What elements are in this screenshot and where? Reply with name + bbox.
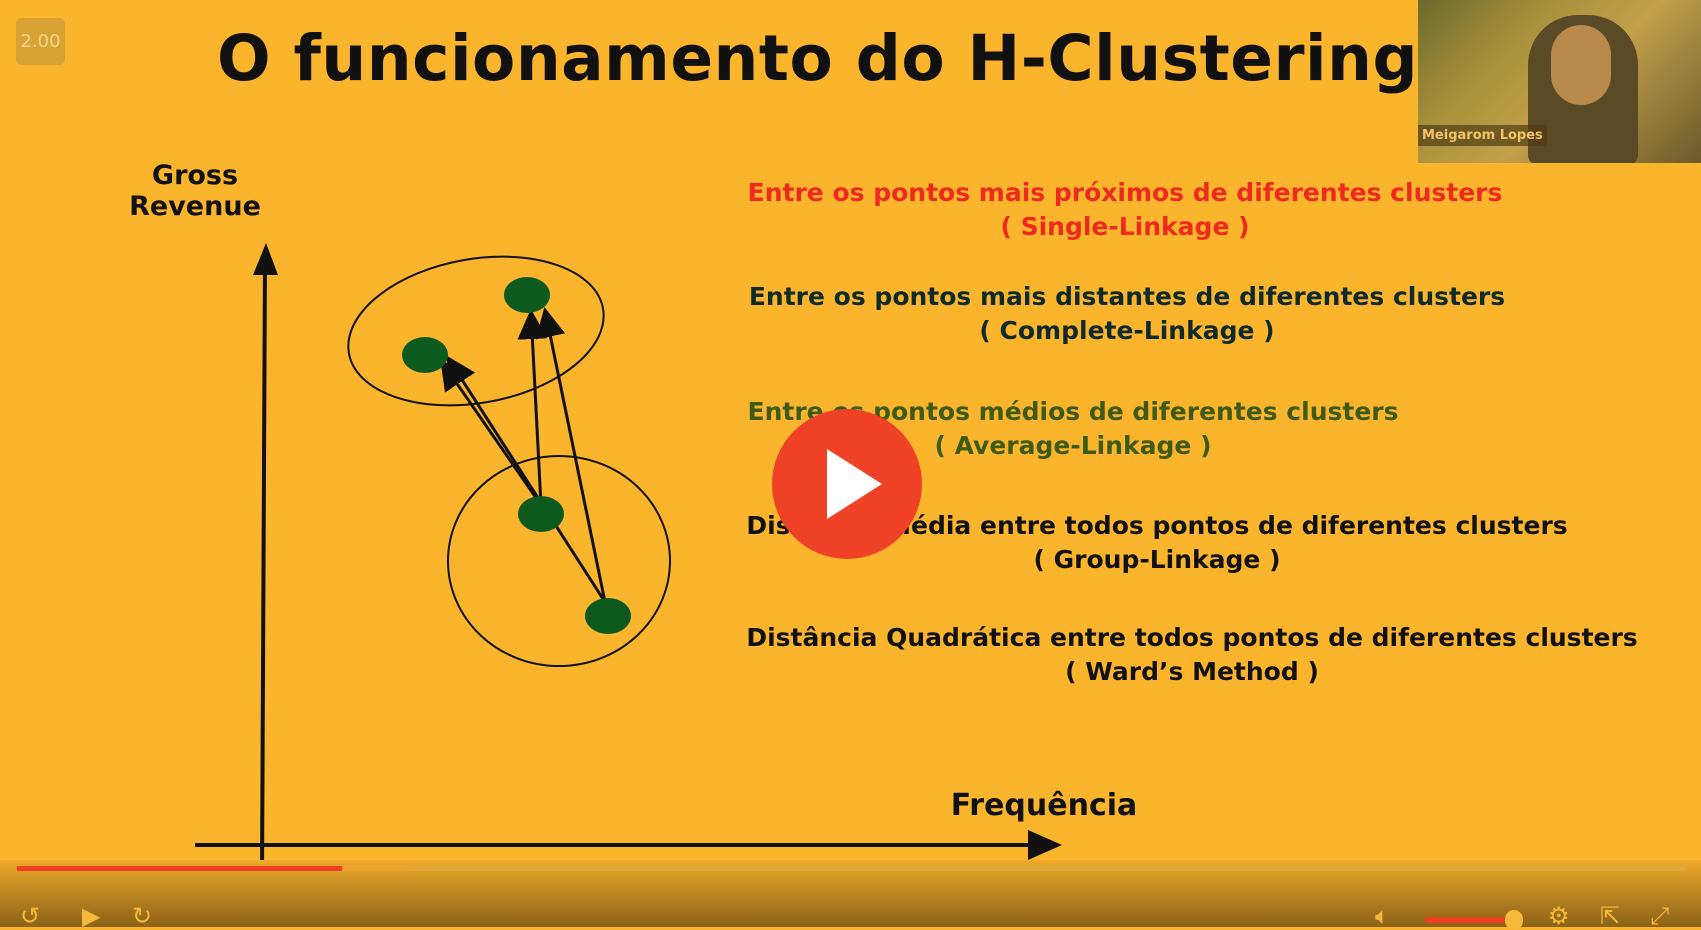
cluster-1 [347, 255, 605, 407]
rewind-10-icon[interactable]: ↺ [20, 902, 40, 930]
forward-10-icon[interactable]: ↻ [132, 902, 152, 930]
playback-speed-button[interactable]: 2.00 [16, 18, 65, 65]
data-point [518, 496, 564, 532]
presenter-name: Meigarom Lopes [1418, 125, 1547, 146]
popout-icon[interactable]: ⇱ [1600, 902, 1620, 930]
progress-played[interactable] [17, 866, 342, 871]
y-axis-label: Gross Revenue [129, 160, 261, 222]
method-single-linkage: Entre os pontos mais próximos de diferen… [747, 178, 1503, 241]
cluster-2 [447, 455, 671, 667]
data-point [402, 337, 448, 373]
play-icon[interactable]: ▶ [82, 902, 100, 930]
volume-handle[interactable] [1505, 910, 1523, 930]
presenter-webcam: Meigarom Lopes [1418, 0, 1701, 163]
y-axis-arrowhead [253, 243, 278, 275]
x-axis-arrowhead [1028, 830, 1062, 860]
data-point [585, 598, 631, 634]
method-complete-linkage: Entre os pontos mais distantes de difere… [748, 282, 1506, 345]
center-play-button[interactable] [772, 409, 922, 559]
fullscreen-icon[interactable]: ⤢ [1650, 902, 1669, 930]
volume-slider[interactable] [1425, 917, 1505, 923]
y-axis [260, 259, 267, 879]
play-icon [827, 449, 882, 519]
link-arrow [440, 359, 543, 506]
link-arrow [517, 309, 548, 506]
settings-gear-icon[interactable]: ⚙ [1548, 902, 1570, 930]
x-axis-label: Frequência [950, 788, 1138, 823]
data-point [504, 277, 550, 313]
volume-icon[interactable]: 🔈︎ [1375, 902, 1389, 930]
method-ward: Distância Quadrática entre todos pontos … [746, 623, 1638, 686]
